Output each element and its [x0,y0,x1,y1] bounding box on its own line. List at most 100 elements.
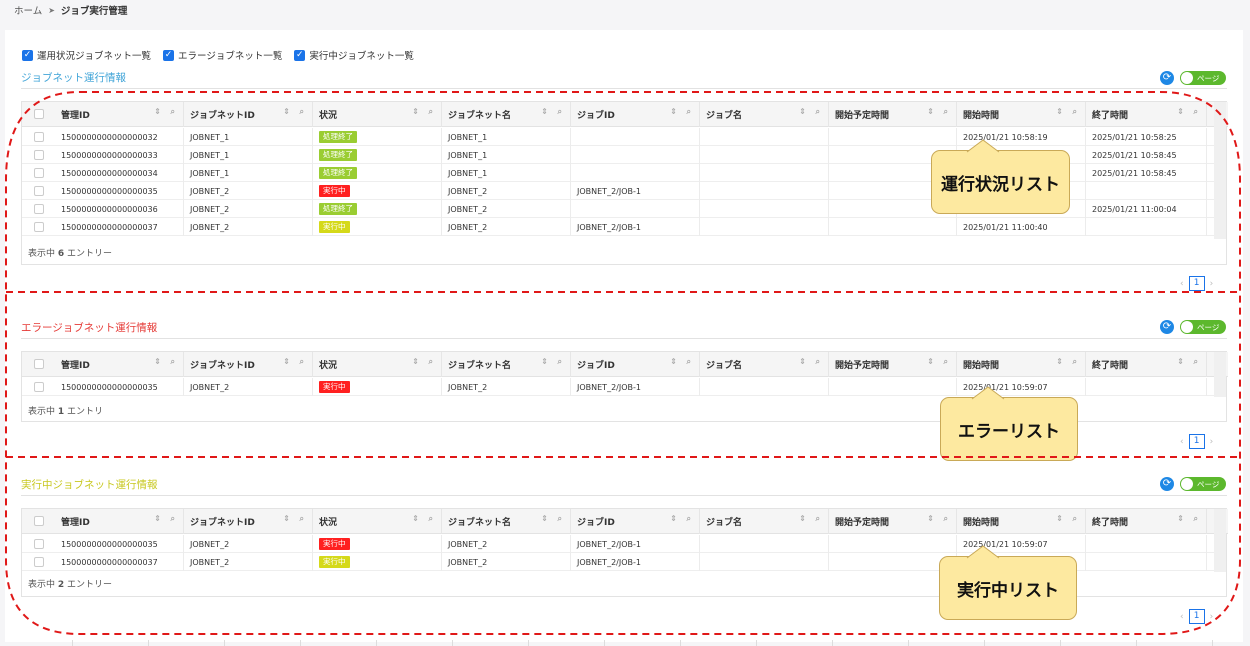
search-icon[interactable]: ⌕ [1073,514,1077,524]
search-icon[interactable]: ⌕ [1194,107,1198,117]
row-checkbox[interactable] [34,382,44,392]
sort-icon[interactable]: ⇕ [1056,357,1063,366]
filter-status-list[interactable]: ✓ 運用状況ジョブネット一覧 [22,48,151,62]
refresh-icon[interactable]: ⟳ [1160,71,1174,85]
search-icon[interactable]: ⌕ [687,357,691,367]
search-icon[interactable]: ⌕ [1194,514,1198,524]
column-header[interactable]: 開始予定時間 ⇕ ⌕ [829,352,957,377]
search-icon[interactable]: ⌕ [816,514,820,524]
select-all-checkbox[interactable] [34,109,44,119]
sort-icon[interactable]: ⇕ [283,107,290,116]
sort-icon[interactable]: ⇕ [1056,107,1063,116]
sort-icon[interactable]: ⇕ [1177,514,1184,523]
sort-icon[interactable]: ⇕ [541,514,548,523]
sort-icon[interactable]: ⇕ [1177,107,1184,116]
column-header[interactable]: ジョブネット名 ⇕ ⌕ [442,352,571,377]
search-icon[interactable]: ⌕ [944,107,948,117]
search-icon[interactable]: ⌕ [687,514,691,524]
column-header[interactable]: ジョブID ⇕ ⌕ [571,352,700,377]
filter-running-list[interactable]: ✓ 実行中ジョブネット一覧 [294,48,414,62]
search-icon[interactable]: ⌕ [429,514,433,524]
checkbox-checked-icon[interactable]: ✓ [163,49,175,61]
column-header[interactable]: 開始時間 ⇕ ⌕ [957,352,1086,377]
sort-icon[interactable]: ⇕ [799,107,806,116]
row-checkbox[interactable] [34,168,44,178]
select-all-checkbox[interactable] [34,359,44,369]
sort-icon[interactable]: ⇕ [154,357,161,366]
search-icon[interactable]: ⌕ [558,514,562,524]
page-toggle[interactable]: ページ [1180,71,1226,85]
sort-icon[interactable]: ⇕ [154,514,161,523]
column-header[interactable]: 管理ID ⇕ ⌕ [55,352,184,377]
column-header[interactable]: ジョブ名 ⇕ ⌕ [700,352,829,377]
column-header[interactable]: ジョブ名 ⇕ ⌕ [700,509,829,534]
row-checkbox[interactable] [34,204,44,214]
column-header[interactable]: ジョブID ⇕ ⌕ [571,102,700,127]
sort-icon[interactable]: ⇕ [799,514,806,523]
column-header[interactable]: ジョブID ⇕ ⌕ [571,509,700,534]
select-all-checkbox[interactable] [34,516,44,526]
vertical-scrollbar[interactable] [1214,352,1226,397]
search-icon[interactable]: ⌕ [300,514,304,524]
search-icon[interactable]: ⌕ [687,107,691,117]
sort-icon[interactable]: ⇕ [412,357,419,366]
search-icon[interactable]: ⌕ [1194,357,1198,367]
page-number-button[interactable]: 1 [1188,609,1205,624]
column-header[interactable]: 終了時間 ⇕ ⌕ [1086,102,1207,127]
prev-page-icon[interactable]: ‹ [1180,437,1184,447]
search-icon[interactable]: ⌕ [1073,357,1077,367]
page-number-button[interactable]: 1 [1188,434,1205,449]
column-header[interactable]: ジョブ名 ⇕ ⌕ [700,102,829,127]
column-header[interactable]: 状況 ⇕ ⌕ [313,352,442,377]
search-icon[interactable]: ⌕ [558,357,562,367]
search-icon[interactable]: ⌕ [171,107,175,117]
page-toggle[interactable]: ページ [1180,320,1226,334]
next-page-icon[interactable]: › [1210,279,1214,289]
sort-icon[interactable]: ⇕ [927,107,934,116]
row-checkbox[interactable] [34,557,44,567]
sort-icon[interactable]: ⇕ [412,514,419,523]
refresh-icon[interactable]: ⟳ [1160,477,1174,491]
row-checkbox[interactable] [34,186,44,196]
search-icon[interactable]: ⌕ [816,107,820,117]
column-header[interactable]: 管理ID ⇕ ⌕ [55,509,184,534]
vertical-scrollbar[interactable] [1214,102,1226,239]
page-number-button[interactable]: 1 [1188,276,1205,291]
sort-icon[interactable]: ⇕ [670,357,677,366]
sort-icon[interactable]: ⇕ [154,107,161,116]
sort-icon[interactable]: ⇕ [412,107,419,116]
column-header[interactable]: 開始予定時間 ⇕ ⌕ [829,102,957,127]
sort-icon[interactable]: ⇕ [670,107,677,116]
table-row[interactable]: 1500000000000000035 JOBNET_2 実行中 JOBNET_2 JO… [22,378,1214,396]
refresh-icon[interactable]: ⟳ [1160,320,1174,334]
row-checkbox[interactable] [34,150,44,160]
column-header[interactable]: ジョブネット名 ⇕ ⌕ [442,509,571,534]
row-checkbox[interactable] [34,222,44,232]
checkbox-checked-icon[interactable]: ✓ [294,49,306,61]
column-header[interactable]: 開始時間 ⇕ ⌕ [957,102,1086,127]
table-row[interactable]: 1500000000000000032 JOBNET_1 処理終了 JOBNET_1 2… [22,128,1214,146]
column-header[interactable]: 管理ID ⇕ ⌕ [55,102,184,127]
sort-icon[interactable]: ⇕ [927,357,934,366]
sort-icon[interactable]: ⇕ [670,514,677,523]
search-icon[interactable]: ⌕ [429,357,433,367]
next-page-icon[interactable]: › [1210,437,1214,447]
sort-icon[interactable]: ⇕ [283,514,290,523]
filter-error-list[interactable]: ✓ エラージョブネット一覧 [163,48,282,62]
column-header[interactable]: 終了時間 ⇕ ⌕ [1086,509,1207,534]
column-header[interactable]: ジョブネットID ⇕ ⌕ [184,352,313,377]
breadcrumb-home[interactable]: ホーム [14,3,42,17]
column-header[interactable]: 開始時間 ⇕ ⌕ [957,509,1086,534]
page-toggle[interactable]: ページ [1180,477,1226,491]
next-page-icon[interactable]: › [1210,612,1214,622]
search-icon[interactable]: ⌕ [816,357,820,367]
table-row[interactable]: 1500000000000000037 JOBNET_2 実行中 JOBNET_2 JO… [22,218,1214,236]
column-header[interactable]: ジョブネットID ⇕ ⌕ [184,509,313,534]
search-icon[interactable]: ⌕ [171,514,175,524]
sort-icon[interactable]: ⇕ [799,357,806,366]
vertical-scrollbar[interactable] [1214,509,1226,572]
search-icon[interactable]: ⌕ [429,107,433,117]
search-icon[interactable]: ⌕ [1073,107,1077,117]
search-icon[interactable]: ⌕ [300,107,304,117]
table-row[interactable]: 1500000000000000035 JOBNET_2 実行中 JOBNET_2 JO… [22,535,1214,553]
